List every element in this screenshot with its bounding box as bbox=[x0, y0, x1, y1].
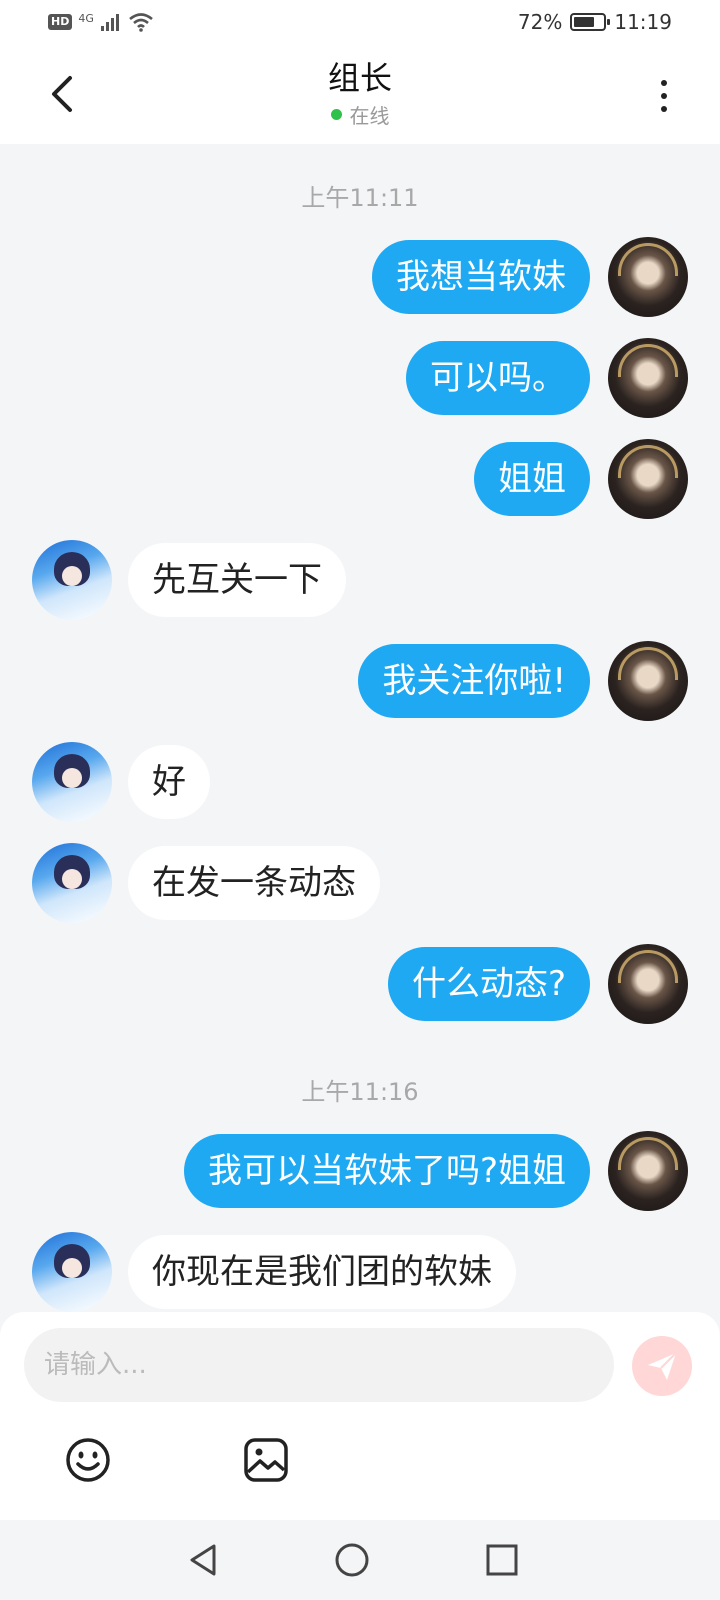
message-bubble[interactable]: 姐姐 bbox=[474, 442, 590, 516]
emoji-icon bbox=[66, 1438, 110, 1482]
message-bubble[interactable]: 什么动态? bbox=[387, 947, 590, 1021]
hd-badge: HD bbox=[48, 14, 73, 30]
status-bar-right: 72% 11:19 bbox=[518, 10, 672, 34]
send-icon bbox=[648, 1352, 677, 1380]
circle-home-icon bbox=[335, 1543, 369, 1577]
battery-level bbox=[574, 17, 595, 27]
message-bubble[interactable]: 你现在是我们团的软妹 bbox=[128, 1235, 516, 1309]
triangle-back-icon bbox=[190, 1544, 216, 1576]
avatar-contact[interactable] bbox=[32, 540, 112, 620]
message-outgoing: 可以吗。 bbox=[406, 338, 688, 418]
emoji-button[interactable] bbox=[64, 1436, 112, 1484]
avatar-contact[interactable] bbox=[32, 742, 112, 822]
message-bubble[interactable]: 我可以当软妹了吗?姐姐 bbox=[183, 1134, 590, 1208]
avatar-contact[interactable] bbox=[32, 843, 112, 923]
message-outgoing: 我可以当软妹了吗?姐姐 bbox=[183, 1131, 688, 1211]
page-title: 组长 bbox=[327, 59, 392, 97]
chat-header: 组长 在线 bbox=[0, 48, 720, 144]
clock: 11:19 bbox=[614, 10, 672, 34]
presence-label: 在线 bbox=[349, 104, 390, 128]
online-dot-icon bbox=[330, 109, 342, 120]
message-outgoing: 我关注你啦! bbox=[358, 641, 688, 721]
image-button[interactable] bbox=[242, 1436, 290, 1484]
avatar-contact[interactable] bbox=[32, 1232, 112, 1312]
image-icon bbox=[244, 1438, 288, 1482]
message-incoming: 先互关一下 bbox=[32, 540, 346, 620]
battery-percent: 72% bbox=[517, 10, 563, 34]
more-vertical-icon bbox=[661, 80, 667, 86]
nav-home-button[interactable] bbox=[330, 1538, 374, 1582]
message-input[interactable] bbox=[24, 1328, 614, 1402]
avatar-self[interactable] bbox=[608, 439, 688, 519]
more-options-button[interactable] bbox=[652, 76, 676, 116]
message-bubble[interactable]: 我关注你啦! bbox=[358, 644, 590, 718]
presence-status: 在线 bbox=[0, 100, 720, 129]
avatar-self[interactable] bbox=[608, 1131, 688, 1211]
message-outgoing: 我想当软妹 bbox=[372, 237, 688, 317]
signal-icon bbox=[100, 14, 119, 31]
nav-back-button[interactable] bbox=[182, 1538, 226, 1582]
timestamp: 上午11:16 bbox=[301, 1078, 419, 1106]
message-outgoing: 姐姐 bbox=[474, 439, 688, 519]
avatar-self[interactable] bbox=[608, 237, 688, 317]
avatar-self[interactable] bbox=[608, 641, 688, 721]
wifi-icon bbox=[129, 13, 153, 32]
avatar-self[interactable] bbox=[608, 338, 688, 418]
message-bubble[interactable]: 我想当软妹 bbox=[372, 240, 590, 314]
message-list[interactable]: 上午11:11 我想当软妹 可以吗。 姐姐 先互关一下 我关注你啦! 好 在发一… bbox=[0, 144, 720, 1312]
timestamp: 上午11:11 bbox=[301, 184, 419, 212]
more-vertical-icon bbox=[661, 106, 667, 112]
message-bubble[interactable]: 好 bbox=[128, 745, 210, 819]
message-incoming: 好 bbox=[32, 742, 210, 822]
avatar-self[interactable] bbox=[608, 944, 688, 1024]
composer bbox=[0, 1312, 720, 1520]
message-incoming: 在发一条动态 bbox=[32, 843, 380, 923]
more-vertical-icon bbox=[661, 93, 667, 99]
battery-icon bbox=[570, 13, 611, 31]
message-incoming: 你现在是我们团的软妹 bbox=[32, 1232, 516, 1312]
message-bubble[interactable]: 可以吗。 bbox=[406, 341, 590, 415]
status-bar: HD 4G 72% 11:19 bbox=[0, 0, 720, 48]
nav-recents-button[interactable] bbox=[480, 1538, 524, 1582]
status-bar-left: HD 4G bbox=[48, 12, 154, 32]
message-bubble[interactable]: 在发一条动态 bbox=[128, 846, 380, 920]
send-button[interactable] bbox=[632, 1336, 692, 1396]
message-outgoing: 什么动态? bbox=[387, 944, 688, 1024]
square-recents-icon bbox=[486, 1544, 518, 1576]
title-area: 组长 在线 bbox=[0, 56, 720, 129]
system-nav-bar bbox=[0, 1520, 720, 1600]
network-type: 4G bbox=[78, 11, 94, 25]
message-bubble[interactable]: 先互关一下 bbox=[128, 543, 346, 617]
